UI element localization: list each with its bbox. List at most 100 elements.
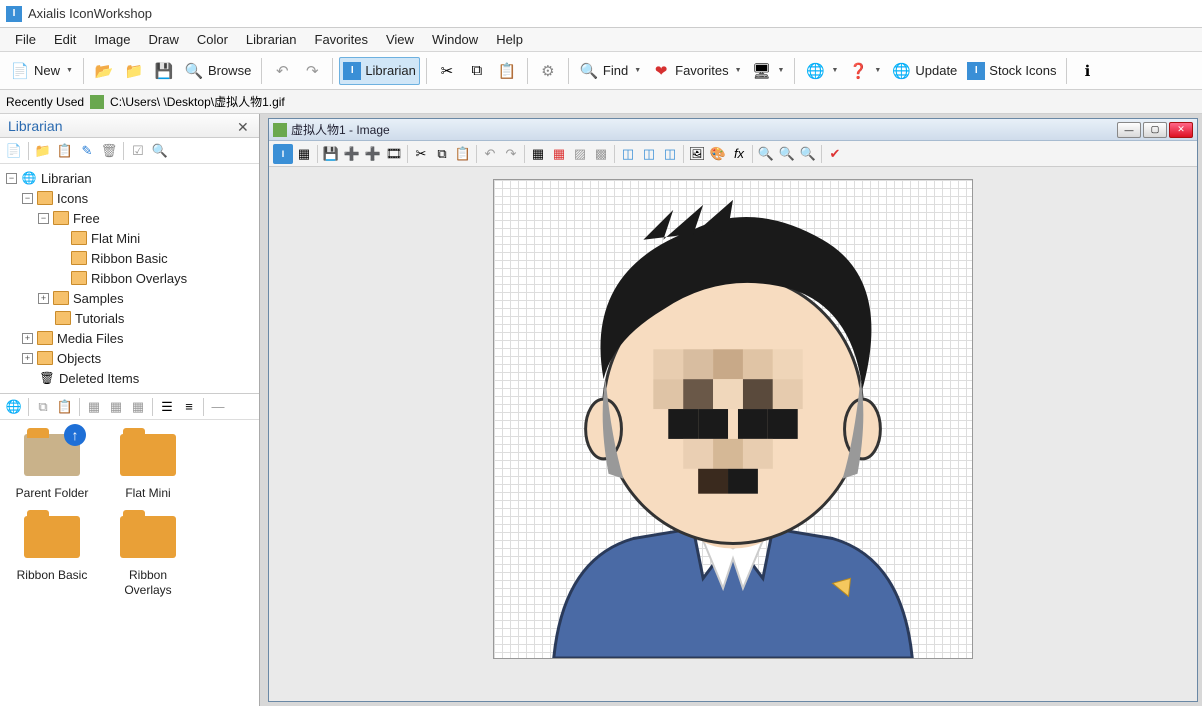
- view-list-button[interactable]: ☰: [157, 397, 177, 417]
- cut-button[interactable]: ✂: [433, 57, 461, 85]
- menu-draw[interactable]: Draw: [140, 29, 188, 50]
- expand-icon[interactable]: +: [38, 293, 49, 304]
- tool-c-button[interactable]: ▦: [128, 397, 148, 417]
- redo-button[interactable]: ↷: [298, 57, 326, 85]
- web-button[interactable]: 🌐▼: [801, 57, 842, 85]
- slider-button[interactable]: —: [208, 397, 228, 417]
- expand-icon[interactable]: +: [22, 353, 33, 364]
- doc-save-button[interactable]: 💾: [321, 144, 341, 164]
- tree-root[interactable]: −🌐Librarian: [0, 168, 259, 188]
- copy-button[interactable]: ⧉: [463, 57, 491, 85]
- tree-samples[interactable]: +Samples: [0, 288, 259, 308]
- update-button[interactable]: 🌐Update: [887, 57, 961, 85]
- thumb-flatmini[interactable]: Flat Mini: [106, 430, 190, 500]
- menu-image[interactable]: Image: [85, 29, 139, 50]
- doc-titlebar[interactable]: 虚拟人物1 - Image — ▢ ✕: [269, 119, 1197, 141]
- undo-button[interactable]: ↶: [268, 57, 296, 85]
- doc-add-button[interactable]: ➕: [342, 144, 362, 164]
- menu-view[interactable]: View: [377, 29, 423, 50]
- search-button[interactable]: 🔍: [150, 141, 170, 161]
- doc-cut-button[interactable]: ✂: [411, 144, 431, 164]
- open-button[interactable]: 📂: [90, 57, 118, 85]
- collapse-icon[interactable]: −: [22, 193, 33, 204]
- save-button[interactable]: 💾: [150, 57, 178, 85]
- thumb-parent[interactable]: ↑ Parent Folder: [10, 430, 94, 500]
- menu-file[interactable]: File: [6, 29, 45, 50]
- copy-small-button[interactable]: ⧉: [33, 397, 53, 417]
- doc-sel1-button[interactable]: ◫: [618, 144, 638, 164]
- tree-objects[interactable]: +Objects: [0, 348, 259, 368]
- tree-ribbonoverlays[interactable]: Ribbon Overlays: [0, 268, 259, 288]
- refresh-button[interactable]: 🌐: [4, 397, 24, 417]
- doc-zoomout-button[interactable]: 🔍: [798, 144, 818, 164]
- menu-edit[interactable]: Edit: [45, 29, 85, 50]
- maximize-button[interactable]: ▢: [1143, 122, 1167, 138]
- stock-button[interactable]: IStock Icons: [963, 57, 1060, 85]
- doc-zoomin-button[interactable]: 🔍: [777, 144, 797, 164]
- doc-add2-button[interactable]: ➕: [363, 144, 383, 164]
- minimize-button[interactable]: —: [1117, 122, 1141, 138]
- doc-canvas[interactable]: [269, 167, 1197, 701]
- tool-a-button[interactable]: ▦: [84, 397, 104, 417]
- doc-sel3-button[interactable]: ◫: [660, 144, 680, 164]
- close-button[interactable]: ✕: [237, 119, 251, 133]
- monitor-button[interactable]: 🖥▼: [748, 57, 789, 85]
- find-button[interactable]: 🔍Find▼: [575, 57, 645, 85]
- tree-deleted[interactable]: 🗑Deleted Items: [0, 368, 259, 388]
- expand-icon[interactable]: +: [22, 333, 33, 344]
- favorites-button[interactable]: ❤Favorites▼: [647, 57, 745, 85]
- doc-color-button[interactable]: 🎨: [708, 144, 728, 164]
- check-button[interactable]: ☑: [128, 141, 148, 161]
- menu-librarian[interactable]: Librarian: [237, 29, 306, 50]
- collapse-icon[interactable]: −: [38, 213, 49, 224]
- doc-sel2-button[interactable]: ◫: [639, 144, 659, 164]
- settings-button[interactable]: ⚙: [534, 57, 562, 85]
- collapse-icon[interactable]: −: [6, 173, 17, 184]
- librarian-button[interactable]: ILibrarian: [339, 57, 420, 85]
- thumb-ribbonoverlays[interactable]: Ribbon Overlays: [106, 512, 190, 597]
- tree-free[interactable]: −Free: [0, 208, 259, 228]
- menu-favorites[interactable]: Favorites: [306, 29, 377, 50]
- browse-button[interactable]: 🔍Browse: [180, 57, 255, 85]
- doc-new-button[interactable]: I: [273, 144, 293, 164]
- help-button[interactable]: ❓▼: [844, 57, 885, 85]
- doc-copy-button[interactable]: ⧉: [432, 144, 452, 164]
- doc-checker-button[interactable]: ▩: [591, 144, 611, 164]
- close-button[interactable]: ✕: [1169, 122, 1193, 138]
- menu-color[interactable]: Color: [188, 29, 237, 50]
- doc-tool-1[interactable]: ▦: [294, 144, 314, 164]
- info-button[interactable]: ℹ: [1073, 57, 1101, 85]
- new-button[interactable]: 📄New▼: [6, 57, 77, 85]
- thumb-ribbonbasic[interactable]: Ribbon Basic: [10, 512, 94, 597]
- view-detail-button[interactable]: ≡: [179, 397, 199, 417]
- doc-check-button[interactable]: ✔: [825, 144, 845, 164]
- doc-img-button[interactable]: 🖼: [687, 144, 707, 164]
- doc-grid-button[interactable]: ▦: [528, 144, 548, 164]
- recent-path[interactable]: C:\Users\ \Desktop\虚拟人物1.gif: [110, 93, 285, 110]
- delete-button[interactable]: 🗑: [99, 141, 119, 161]
- doc-zoomfit-button[interactable]: 🔍: [756, 144, 776, 164]
- open-recent-button[interactable]: 📁: [120, 57, 148, 85]
- pixel-image[interactable]: [493, 179, 973, 659]
- doc-film-button[interactable]: 🎞: [384, 144, 404, 164]
- tree-tutorials[interactable]: Tutorials: [0, 308, 259, 328]
- tree-icons[interactable]: −Icons: [0, 188, 259, 208]
- item-props-button[interactable]: 📋: [55, 141, 75, 161]
- tool-b-button[interactable]: ▦: [106, 397, 126, 417]
- doc-undo-button[interactable]: ↶: [480, 144, 500, 164]
- doc-paste-button[interactable]: 📋: [453, 144, 473, 164]
- doc-fx-button[interactable]: fx: [729, 144, 749, 164]
- tree-ribbonbasic[interactable]: Ribbon Basic: [0, 248, 259, 268]
- menu-window[interactable]: Window: [423, 29, 487, 50]
- new-folder-button[interactable]: 📁: [33, 141, 53, 161]
- tree-mediafiles[interactable]: +Media Files: [0, 328, 259, 348]
- menu-help[interactable]: Help: [487, 29, 532, 50]
- paste-button[interactable]: 📋: [493, 57, 521, 85]
- edit-button[interactable]: ✎: [77, 141, 97, 161]
- new-item-button[interactable]: 📄: [4, 141, 24, 161]
- doc-red-button[interactable]: ▦: [549, 144, 569, 164]
- tree-flatmini[interactable]: Flat Mini: [0, 228, 259, 248]
- paste-small-button[interactable]: 📋: [55, 397, 75, 417]
- doc-gray-button[interactable]: ▨: [570, 144, 590, 164]
- doc-redo-button[interactable]: ↷: [501, 144, 521, 164]
